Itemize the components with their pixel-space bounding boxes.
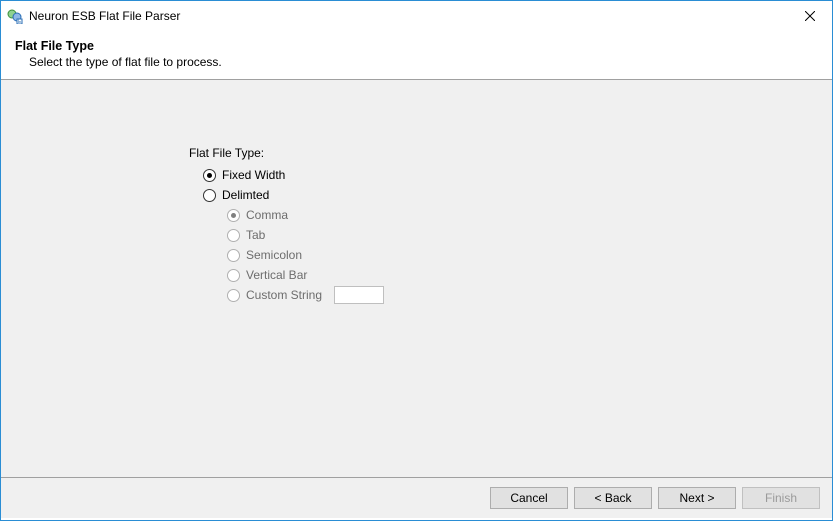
back-button[interactable]: < Back bbox=[574, 487, 652, 509]
radio-tab: Tab bbox=[189, 225, 384, 245]
page-title: Flat File Type bbox=[15, 39, 818, 53]
radio-delimited[interactable]: Delimted bbox=[189, 185, 384, 205]
radio-label: Custom String bbox=[246, 288, 322, 302]
radio-icon bbox=[203, 169, 216, 182]
group-label: Flat File Type: bbox=[189, 146, 384, 160]
radio-icon bbox=[227, 249, 240, 262]
finish-button: Finish bbox=[742, 487, 820, 509]
radio-label: Delimted bbox=[222, 188, 269, 202]
wizard-footer: Cancel < Back Next > Finish bbox=[1, 478, 832, 518]
radio-label: Tab bbox=[246, 228, 265, 242]
radio-icon bbox=[227, 209, 240, 222]
next-button[interactable]: Next > bbox=[658, 487, 736, 509]
radio-icon bbox=[227, 269, 240, 282]
radio-icon bbox=[227, 229, 240, 242]
radio-label: Vertical Bar bbox=[246, 268, 307, 282]
wizard-content: Flat File Type: Fixed Width Delimted Com… bbox=[1, 80, 832, 478]
flat-file-type-form: Flat File Type: Fixed Width Delimted Com… bbox=[189, 146, 384, 305]
close-icon bbox=[805, 11, 815, 21]
radio-label: Semicolon bbox=[246, 248, 302, 262]
close-button[interactable] bbox=[787, 1, 832, 31]
radio-icon bbox=[227, 289, 240, 302]
radio-semicolon: Semicolon bbox=[189, 245, 384, 265]
radio-icon bbox=[203, 189, 216, 202]
wizard-header: Flat File Type Select the type of flat f… bbox=[1, 31, 832, 79]
radio-fixed-width[interactable]: Fixed Width bbox=[189, 165, 384, 185]
cancel-button[interactable]: Cancel bbox=[490, 487, 568, 509]
titlebar: E Neuron ESB Flat File Parser bbox=[1, 1, 832, 31]
radio-comma: Comma bbox=[189, 205, 384, 225]
app-icon: E bbox=[7, 8, 23, 24]
window-title: Neuron ESB Flat File Parser bbox=[29, 9, 787, 23]
custom-string-input bbox=[334, 286, 384, 304]
radio-label: Fixed Width bbox=[222, 168, 285, 182]
radio-custom-string: Custom String bbox=[189, 285, 384, 305]
radio-label: Comma bbox=[246, 208, 288, 222]
page-subtitle: Select the type of flat file to process. bbox=[15, 55, 818, 69]
radio-vertical-bar: Vertical Bar bbox=[189, 265, 384, 285]
